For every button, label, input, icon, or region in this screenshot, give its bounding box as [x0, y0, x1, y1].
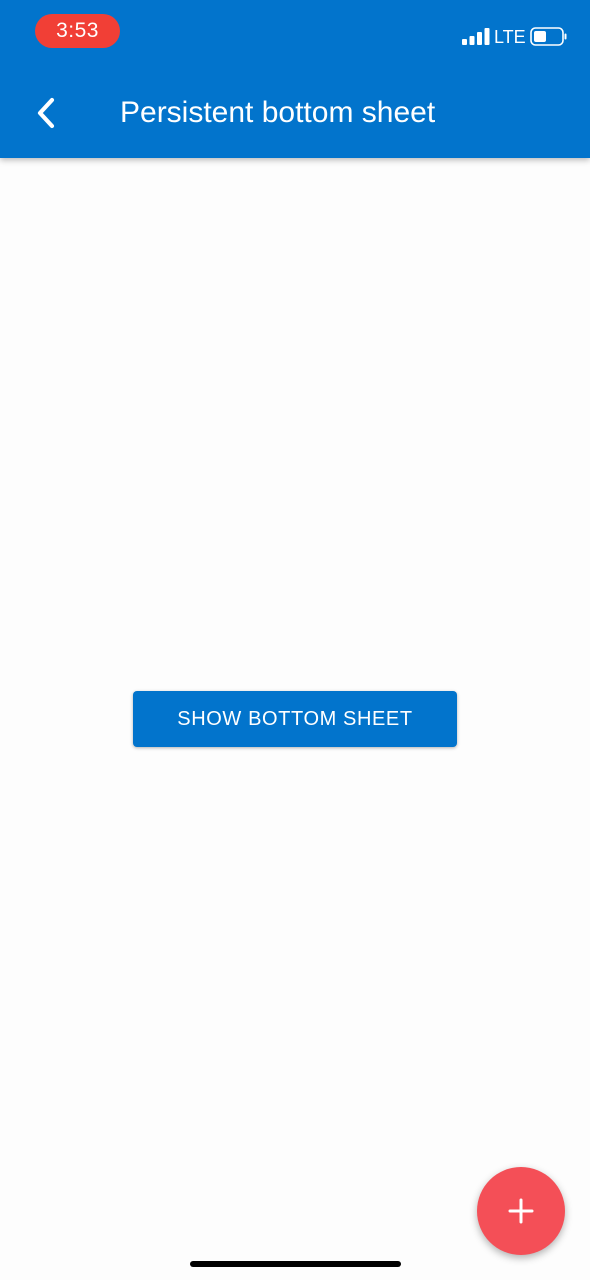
chevron-left-icon: [37, 97, 55, 129]
network-label: LTE: [494, 27, 526, 47]
show-bottom-sheet-button[interactable]: SHOW BOTTOM SHEET: [133, 691, 457, 747]
plus-icon: [508, 1198, 534, 1224]
status-time: 3:53: [35, 14, 120, 48]
cellular-signal-icon: [462, 28, 490, 45]
status-bar: 3:53 LTE: [0, 0, 590, 64]
app-bar: 3:53 LTE Persistent bottom sheet: [0, 0, 590, 158]
add-fab-button[interactable]: [477, 1167, 565, 1255]
battery-icon: [530, 27, 567, 46]
home-indicator[interactable]: [190, 1261, 401, 1267]
page-title: Persistent bottom sheet: [120, 96, 436, 129]
back-button[interactable]: [24, 91, 68, 135]
